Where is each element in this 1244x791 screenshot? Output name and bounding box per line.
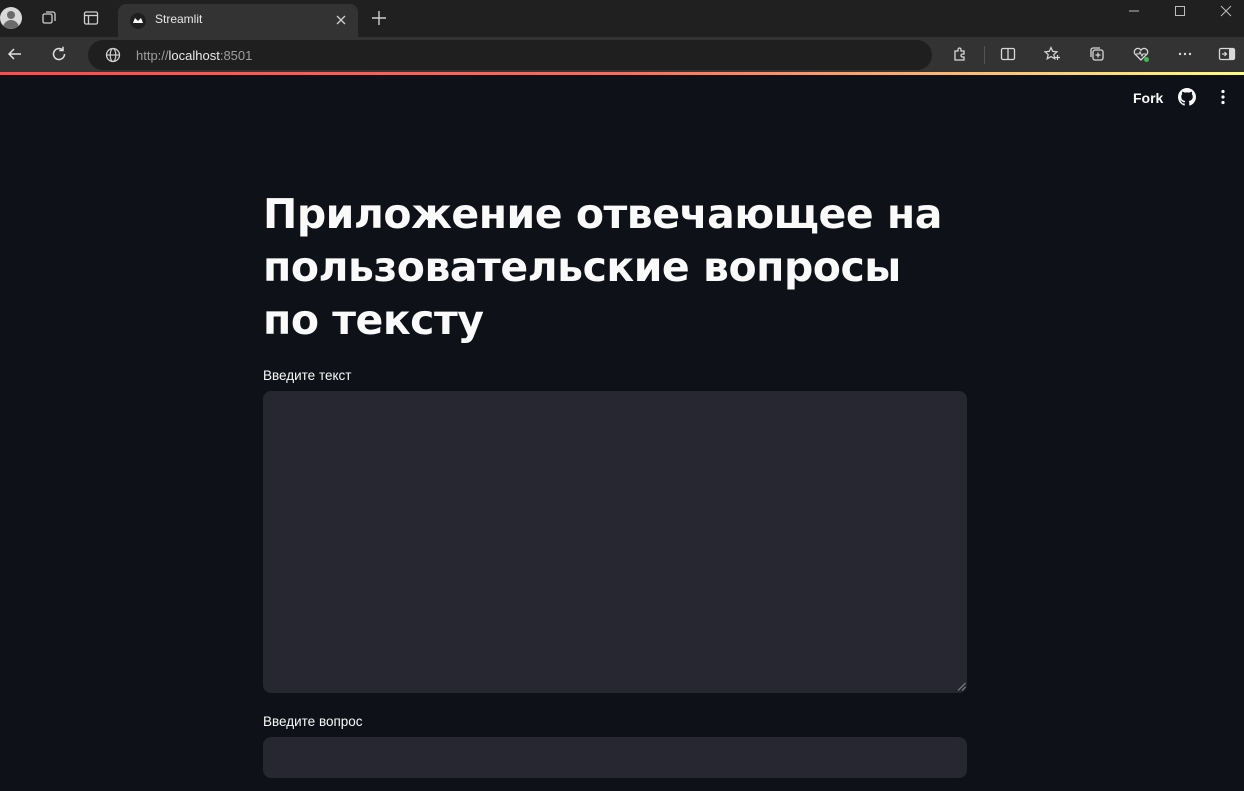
collections-icon[interactable] <box>1088 45 1106 63</box>
back-icon[interactable] <box>6 45 24 63</box>
github-icon[interactable] <box>1178 88 1196 106</box>
close-icon[interactable] <box>334 13 348 27</box>
more-icon[interactable] <box>1176 45 1194 63</box>
toolbar-divider <box>984 46 985 64</box>
minimize-icon[interactable] <box>1125 2 1143 20</box>
sidebar-icon[interactable] <box>1218 45 1236 63</box>
workspaces-icon[interactable] <box>40 9 58 27</box>
close-window-icon[interactable] <box>1217 2 1235 20</box>
resize-handle-icon[interactable] <box>957 682 966 691</box>
browser-toolbar: http://localhost:8501 <box>0 37 1244 72</box>
browser-tab-bar: Streamlit <box>0 0 1244 37</box>
text-area[interactable] <box>263 391 967 693</box>
text-input-label: Введите текст <box>263 368 352 383</box>
tab-actions-icon[interactable] <box>82 9 100 27</box>
favorites-icon[interactable] <box>1043 45 1061 63</box>
fork-button[interactable]: Fork <box>1133 90 1163 106</box>
tab-title: Streamlit <box>155 12 203 26</box>
refresh-icon[interactable] <box>50 45 68 63</box>
performance-icon[interactable] <box>1132 45 1150 63</box>
profile-icon[interactable] <box>0 7 22 29</box>
url-text: http://localhost:8501 <box>136 48 253 63</box>
kebab-menu-icon[interactable] <box>1214 88 1232 106</box>
streamlit-app: Fork Приложение отвечающее на пользовате… <box>0 75 1244 791</box>
question-input[interactable] <box>263 737 967 778</box>
question-input-label: Введите вопрос <box>263 714 363 729</box>
new-tab-icon[interactable] <box>370 9 388 27</box>
address-bar[interactable]: http://localhost:8501 <box>88 40 932 70</box>
streamlit-favicon <box>130 13 146 29</box>
maximize-icon[interactable] <box>1171 2 1189 20</box>
extensions-icon[interactable] <box>951 45 969 63</box>
tab-streamlit[interactable]: Streamlit <box>118 4 358 37</box>
page-title: Приложение отвечающее на пользовательски… <box>263 190 942 344</box>
globe-icon[interactable] <box>104 46 122 64</box>
split-screen-icon[interactable] <box>999 45 1017 63</box>
